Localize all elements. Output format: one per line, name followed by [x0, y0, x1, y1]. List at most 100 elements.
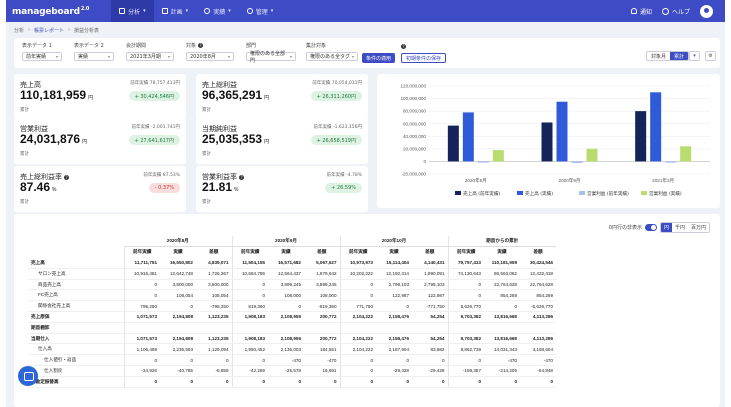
- more-button[interactable]: ▾: [689, 51, 700, 61]
- bar[interactable]: [477, 161, 489, 163]
- bar[interactable]: [447, 125, 459, 162]
- info-icon[interactable]: ?: [198, 43, 204, 48]
- target-month-select[interactable]: 2020年8月 ▾: [186, 52, 234, 61]
- table-cell: 2,108,955: [268, 333, 304, 345]
- period-toggle: 対象月 累計: [646, 51, 690, 61]
- kpi-value: 25,035,353 円: [202, 132, 270, 146]
- bar[interactable]: [665, 161, 677, 163]
- table-cell: 3,899,245: [268, 279, 304, 291]
- table-cell: 0: [376, 300, 412, 313]
- info-icon[interactable]: ?: [64, 174, 69, 180]
- apply-conditions-button[interactable]: 条件の適用: [362, 53, 396, 63]
- table-group-header-row: 2020年8月 2020年9月 2020年10月 期首からの累計: [28, 236, 556, 248]
- kpi-card-operating-margin: 営業利益率? 前年実績 -4.78% 21.81% 累計 + 26.59%: [196, 166, 368, 212]
- period-toggle-month[interactable]: 対象月: [647, 52, 671, 60]
- table-cell: 1,950,452: [231, 343, 268, 356]
- table-cell: 74,130,643: [447, 268, 484, 280]
- kpi-delta-badge: + 26,658,519円: [310, 135, 362, 145]
- bell-icon: [630, 8, 637, 14]
- logo[interactable]: manageboard2.0: [12, 6, 89, 17]
- bar[interactable]: [492, 150, 504, 162]
- help-link[interactable]: ヘルプ: [661, 7, 690, 16]
- bar[interactable]: [586, 148, 598, 162]
- breadcrumb-item[interactable]: 帳票レポート: [34, 27, 64, 34]
- table-cell: 0: [231, 354, 268, 367]
- kpi-card-operating-profit: 営業利益 前年実績 -2,003,741円 24,031,876 円 累計 + 2…: [14, 118, 186, 164]
- table-cell: 2,104,222: [339, 333, 376, 345]
- bar[interactable]: [541, 122, 553, 162]
- period-toggle-cumulative[interactable]: 累計: [670, 52, 689, 60]
- hide-zero-rows-toggle[interactable]: [644, 224, 657, 231]
- table-cell: 0: [123, 289, 160, 302]
- kpi-period: 累計: [202, 108, 211, 113]
- nav-item-analysis[interactable]: 分析 ▾: [111, 0, 154, 22]
- table-cell: 1,123,235: [196, 333, 232, 345]
- legend-label[interactable]: 営業利益 (実績): [649, 190, 682, 197]
- table-cell: 4,113,286: [520, 311, 556, 323]
- gear-icon: [204, 8, 211, 14]
- table-cell: 0: [231, 289, 268, 302]
- save-conditions-button[interactable]: 初期条件の保存: [401, 53, 447, 63]
- display-data-2-select[interactable]: 実績 ▾: [74, 52, 114, 61]
- row-label: 当期仕入: [28, 333, 124, 345]
- table-cell: [231, 322, 268, 334]
- legend-label[interactable]: 営業利益 (前年実績): [587, 190, 629, 197]
- row-label: 他勘定振替高: [28, 376, 124, 388]
- table-cell: 4,839,071: [196, 257, 232, 269]
- unit-million-yen[interactable]: 百万円: [687, 223, 709, 232]
- bar[interactable]: [571, 161, 583, 163]
- chat-support-button[interactable]: [18, 366, 38, 386]
- kpi-card-gross-profit: 売上総利益 前年実績 70,054,031円 96,365,291 円 累計 + …: [196, 74, 368, 120]
- user-avatar[interactable]: [700, 4, 713, 18]
- legend-swatch: [455, 191, 461, 195]
- table-row: FC売上高 0 108,054 108,054 0 108,000 108,000 0 122,…: [28, 289, 556, 302]
- table-cell: 5,626,770: [447, 300, 484, 313]
- table-cell: 0: [123, 279, 160, 291]
- table-cell: [484, 322, 520, 334]
- nav-item-plan[interactable]: 計画 ▾: [154, 0, 197, 22]
- table-cell: -470: [484, 354, 520, 367]
- table-cell: 2,104,222: [339, 311, 376, 323]
- legend-label[interactable]: 売上高 (実績): [525, 190, 553, 197]
- chevron-down-icon: ▾: [270, 8, 274, 14]
- bar[interactable]: [680, 146, 692, 162]
- table-cell: 854,269: [484, 289, 520, 302]
- table-cell: -470: [520, 354, 556, 367]
- info-icon[interactable]: ?: [401, 44, 406, 49]
- settings-button[interactable]: ⚙: [705, 51, 716, 61]
- chevron-down-icon: ▾: [289, 54, 292, 59]
- bar[interactable]: [635, 111, 647, 162]
- nav-item-actuals[interactable]: 実績 ▾: [196, 0, 239, 22]
- y-tick-label: 120,000,000: [400, 84, 426, 89]
- table-cell: -54,848: [520, 365, 556, 377]
- display-data-1-select[interactable]: 前年実績 ▾: [22, 52, 62, 61]
- bar[interactable]: [650, 92, 662, 162]
- bar[interactable]: [556, 101, 568, 162]
- aggregation-select[interactable]: 権限のある全タグ ▾: [306, 52, 358, 61]
- fiscal-period-select[interactable]: 2021年3月期 ▾: [126, 52, 174, 61]
- table-cell: 108,054: [196, 289, 232, 302]
- unit-toggle: 円 千円 百万円: [659, 222, 710, 233]
- legend-label[interactable]: 売上高 (前年実績): [463, 190, 500, 197]
- chevron-down-icon: ▾: [693, 53, 696, 59]
- table-cell: -795,250: [196, 300, 232, 313]
- notifications-link[interactable]: 通知: [630, 7, 652, 16]
- table-cell: 1,908,183: [231, 333, 268, 345]
- department-select[interactable]: 権限のある全部門 ▾: [246, 51, 296, 64]
- table-cell: 12,564,437: [268, 268, 304, 280]
- table-cell: 2,135,003: [268, 343, 304, 356]
- filter-aggregation: 集計対象 権限のある全タグ ▾: [306, 42, 358, 61]
- table-row: 仕入割戻 -34,926 -40,785 -5,859 -42,269 -25,578 16…: [28, 365, 556, 377]
- table-cell: 0: [268, 300, 304, 313]
- info-icon[interactable]: ?: [239, 174, 244, 180]
- table-cell: 1,071,573: [123, 311, 160, 323]
- breadcrumb-item[interactable]: 分析: [14, 27, 24, 34]
- x-tick-label: 2020年9月: [559, 177, 581, 184]
- unit-thousand-yen[interactable]: 千円: [671, 223, 688, 232]
- unit-yen[interactable]: 円: [660, 223, 672, 232]
- x-tick-label: 2020年8月: [465, 177, 487, 184]
- bar[interactable]: [462, 112, 474, 162]
- y-tick-label: 20,000,000: [403, 146, 426, 151]
- nav-item-admin[interactable]: 管理 ▾: [239, 0, 282, 22]
- chevron-down-icon: ▾: [351, 54, 354, 59]
